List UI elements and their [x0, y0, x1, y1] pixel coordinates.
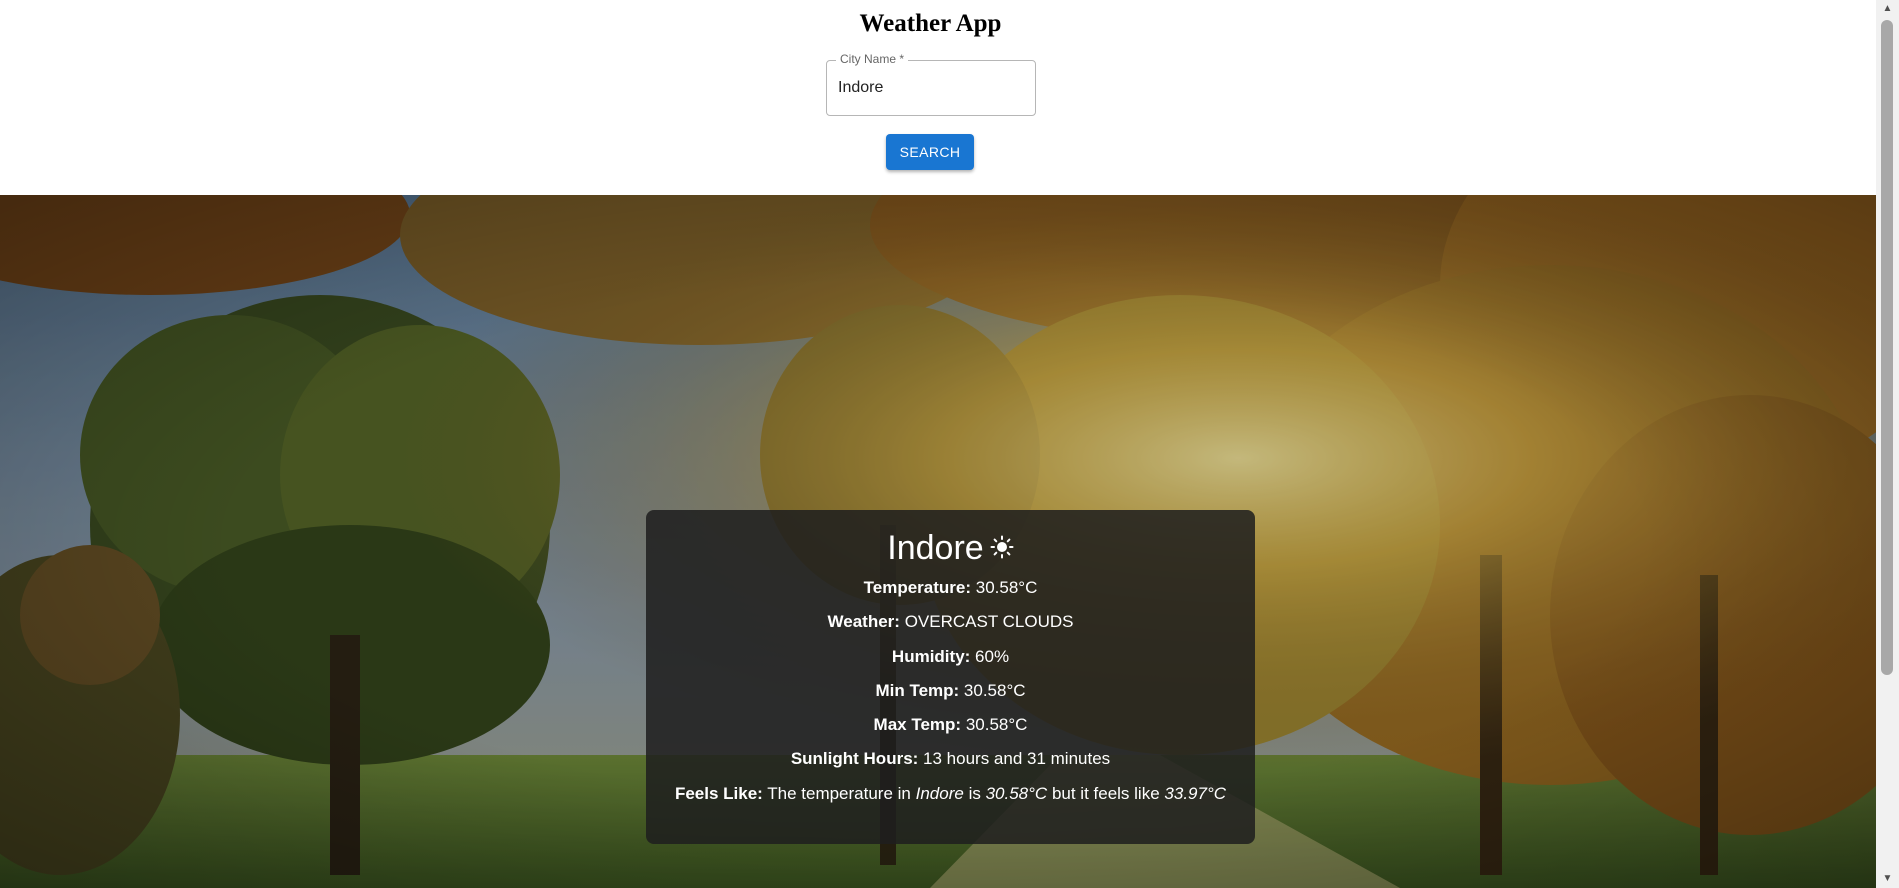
weather-row: Weather: OVERCAST CLOUDS: [646, 610, 1255, 644]
scroll-down-arrow-icon[interactable]: ▼: [1876, 870, 1899, 888]
temperature-row: Temperature: 30.58°C: [646, 576, 1255, 610]
city-field-label: City Name *: [836, 52, 909, 66]
max-temp-label: Max Temp:: [873, 715, 962, 735]
sunlight-hours-row: Sunlight Hours: 13 hours and 31 minutes: [646, 747, 1255, 781]
max-temp-value: 30.58°C: [965, 715, 1028, 735]
sunlight-hours-value: 13 hours and 31 minutes: [923, 749, 1111, 769]
sun-icon: [990, 535, 1014, 559]
weather-info-card: Indore Temperature: 30.58°C Weather: OVE…: [646, 510, 1255, 844]
city-name-input[interactable]: [838, 76, 1024, 100]
feels-like-temp: 33.97°C: [1164, 783, 1227, 803]
card-city-name: Indore: [887, 529, 984, 567]
feels-like-text-2: is: [968, 783, 981, 803]
scroll-up-arrow-icon[interactable]: ▲: [1876, 0, 1899, 18]
scrollbar-thumb[interactable]: [1881, 20, 1893, 675]
humidity-value: 60%: [975, 646, 1010, 666]
weather-value: OVERCAST CLOUDS: [904, 612, 1074, 632]
search-header: Weather App City Name * SEARCH: [0, 0, 1876, 195]
feels-like-label: Feels Like:: [674, 783, 763, 803]
app-title: Weather App: [859, 10, 1002, 37]
temperature-value: 30.58°C: [975, 578, 1038, 597]
humidity-label: Humidity:: [891, 646, 971, 666]
max-temp-row: Max Temp: 30.58°C: [646, 713, 1255, 747]
min-temp-row: Min Temp: 30.58°C: [646, 679, 1255, 713]
sunlight-hours-label: Sunlight Hours:: [790, 749, 919, 769]
feels-like-row: Feels Like: The temperature in Indore is…: [646, 782, 1255, 816]
search-button[interactable]: SEARCH: [886, 134, 974, 170]
min-temp-value: 30.58°C: [963, 680, 1026, 700]
weather-app-page: Weather App City Name * SEARCH: [0, 0, 1899, 888]
card-city-title: Indore: [646, 510, 1255, 576]
feels-like-city: Indore: [915, 783, 964, 803]
min-temp-label: Min Temp:: [875, 680, 960, 700]
feels-like-actual-temp: 30.58°C: [985, 783, 1048, 803]
feels-like-text-1: The temperature in: [767, 783, 911, 803]
weather-label: Weather:: [827, 612, 900, 632]
city-name-field[interactable]: City Name *: [826, 52, 1036, 116]
feels-like-text-3: but it feels like: [1051, 783, 1160, 803]
humidity-row: Humidity: 60%: [646, 645, 1255, 679]
page-scrollbar[interactable]: ▲ ▼: [1876, 0, 1899, 888]
temperature-label: Temperature:: [863, 578, 972, 597]
